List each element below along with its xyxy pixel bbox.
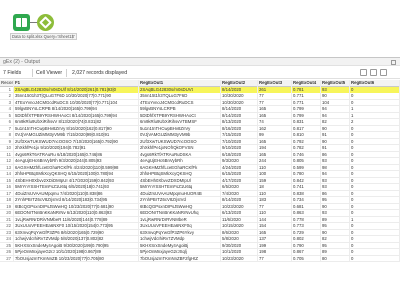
f1-cell[interactable]: 7bOUsjazmTKmNnZB 10/23/2020|77|0.705|80	[14, 255, 139, 262]
regexout4-cell[interactable]: 0.705	[292, 255, 321, 262]
records-count: 2,027 records displayed	[72, 70, 128, 76]
regexout3-cell[interactable]: 77	[258, 255, 292, 262]
input-data-tool[interactable]	[13, 14, 30, 31]
cell-viewer-dropdown[interactable]: Cell Viewer	[36, 70, 62, 76]
fields-dropdown[interactable]: 7 Fields	[3, 70, 21, 76]
results-title-text: gEx (2) - Output	[3, 59, 40, 65]
book-icon	[16, 18, 27, 27]
results-toolbar: 7 Fields Cell Viewer 2,027 records displ…	[0, 67, 400, 79]
copy-icon[interactable]	[360, 69, 367, 76]
grid-toggle-icon[interactable]	[391, 60, 396, 65]
regexout5-cell[interactable]: 80	[321, 255, 350, 262]
results-grid[interactable]: Record F1 RegExOut1 RegExOut2 RegExOut3 …	[0, 80, 400, 283]
regexout1-cell[interactable]: 7bOUsjazmTKmNnZBF2fgHtZ	[139, 255, 221, 262]
filter-icon[interactable]	[370, 69, 377, 76]
regexout6-cell[interactable]: 0	[350, 255, 400, 262]
regex-parse-icon	[39, 16, 52, 29]
results-pane-title: gEx (2) - Output	[0, 57, 400, 66]
tool-annotation: Data to split.xlsx Query='Sheet1$'	[10, 33, 77, 40]
toolbar-divider	[32, 69, 33, 77]
workflow-canvas[interactable]: Data to split.xlsx Query='Sheet1$'	[0, 0, 400, 58]
record-cell[interactable]: 27	[0, 255, 14, 262]
tool-connector	[30, 22, 37, 23]
regexout2-cell[interactable]: 10/23/2020	[221, 255, 258, 262]
sort-icon[interactable]	[380, 69, 387, 76]
table-row[interactable]: 27 7bOUsjazmTKmNnZB 10/23/2020|77|0.705|8…	[0, 255, 400, 262]
regex-tool[interactable]	[37, 14, 54, 31]
toolbar-divider	[66, 69, 67, 77]
